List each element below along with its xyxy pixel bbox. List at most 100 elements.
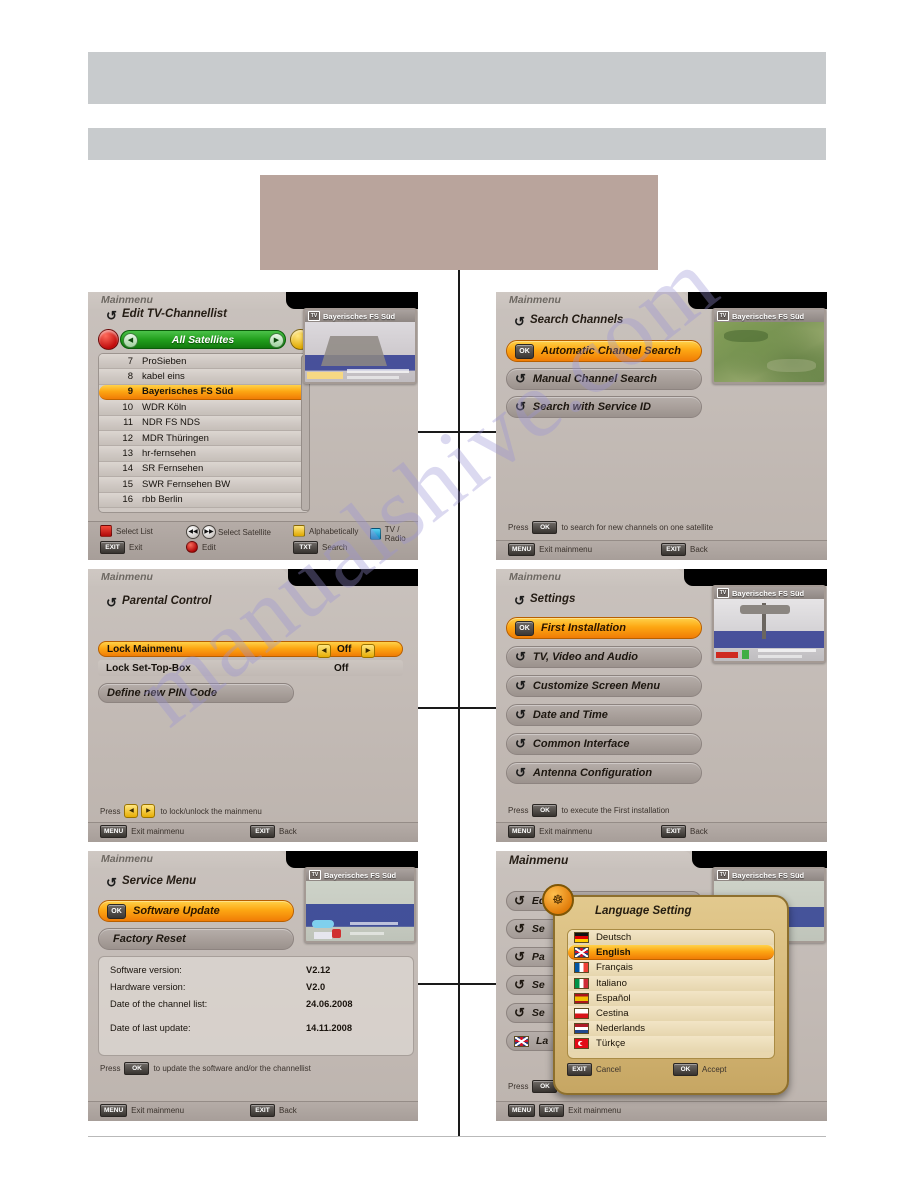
satellite-next-arrow[interactable]: ▶ xyxy=(269,333,284,348)
connector-branch-3 xyxy=(418,983,500,985)
menu-item-manual-channel-search[interactable]: ↺ Manual Channel Search xyxy=(506,368,702,390)
menu-item-antenna-configuration[interactable]: ↺ Antenna Configuration xyxy=(506,762,702,784)
menu-key: MENU xyxy=(508,825,536,838)
channel-row[interactable]: 9 Bayerisches FS Süd xyxy=(99,384,309,401)
blue-button-icon xyxy=(370,528,381,540)
channel-row[interactable]: 15 SWR Fernsehen BW xyxy=(99,477,309,493)
menu-item-first-installation[interactable]: OK First Installation xyxy=(506,617,702,639)
footer-back[interactable]: EXIT Back xyxy=(250,825,297,838)
return-icon: ↺ xyxy=(514,1005,525,1020)
satellite-prev-arrow[interactable]: ◀ xyxy=(123,333,138,348)
language-row[interactable]: Français xyxy=(568,960,774,976)
connector-branch-1 xyxy=(418,431,500,433)
panel-mainmenu-label: Mainmenu xyxy=(509,853,569,867)
language-row[interactable]: Deutsch xyxy=(568,930,774,946)
return-icon: ↺ xyxy=(106,875,117,890)
menu-item-search-with-service-id[interactable]: ↺ Search with Service ID xyxy=(506,396,702,418)
define-new-pin-button[interactable]: Define new PIN Code xyxy=(98,683,294,703)
footer-exit-mainmenu[interactable]: MENU Exit mainmenu xyxy=(100,1104,184,1117)
flag-cz-icon xyxy=(574,1008,589,1020)
setting-row-lock-mainmenu[interactable]: Lock Mainmenu ◀ Off ▶ xyxy=(98,641,403,658)
language-label: Nederlands xyxy=(596,1023,646,1035)
channel-row[interactable]: 14 SR Fernsehen xyxy=(99,461,309,478)
page-title: ↺ Search Channels xyxy=(514,314,624,329)
dialog-cancel[interactable]: EXIT Cancel xyxy=(567,1063,621,1076)
menu-item-software-update[interactable]: OK Software Update xyxy=(98,900,294,922)
channel-number: 15 xyxy=(122,478,133,490)
channel-name: NDR FS NDS xyxy=(142,417,201,429)
menu-item-common-interface[interactable]: ↺ Common Interface xyxy=(506,733,702,755)
language-list[interactable]: Deutsch English Français Italiano Español Ces… xyxy=(567,929,775,1059)
channel-number: 13 xyxy=(122,448,133,460)
decrement-arrow[interactable]: ◀ xyxy=(317,644,331,658)
flag-es-icon xyxy=(574,992,589,1004)
channel-row[interactable]: 10 WDR Köln xyxy=(99,400,309,416)
menu-item-label: Automatic Channel Search xyxy=(541,345,681,357)
hint-search[interactable]: TXT Search xyxy=(293,541,347,554)
channel-number: 16 xyxy=(122,494,133,506)
setting-row-lock-settopbox[interactable]: Lock Set-Top-Box Off xyxy=(98,660,403,676)
satellite-selector[interactable]: All Satellites xyxy=(120,330,286,349)
language-row[interactable]: Nederlands xyxy=(568,1021,774,1037)
yellow-button-icon xyxy=(293,525,305,537)
channel-row[interactable]: 8 kabel eins xyxy=(99,369,309,385)
channel-row[interactable]: 13 hr-fernsehen xyxy=(99,446,309,462)
return-icon: ↺ xyxy=(106,308,117,323)
background-menu-label: Se xyxy=(531,1007,545,1019)
page-title: ↺ Settings xyxy=(514,593,576,608)
increment-arrow[interactable]: ▶ xyxy=(361,644,375,658)
press-hint: Press OK to update the software and/or t… xyxy=(100,1062,311,1075)
color-button-red[interactable] xyxy=(98,329,119,350)
footer-back[interactable]: EXIT Back xyxy=(250,1104,297,1117)
hint-alphabetically[interactable]: Alphabetically xyxy=(293,525,358,537)
channel-row[interactable]: 7 ProSieben xyxy=(99,354,309,370)
channel-row[interactable]: 16 rbb Berlin xyxy=(99,492,309,508)
return-icon: ↺ xyxy=(514,893,525,908)
language-row[interactable]: Italiano xyxy=(568,975,774,991)
language-row[interactable]: Español xyxy=(568,990,774,1006)
channel-name: SWR Fernsehen BW xyxy=(142,478,231,490)
footer-exit-mainmenu[interactable]: MENU Exit mainmenu xyxy=(508,543,592,556)
menu-item-factory-reset[interactable]: Factory Reset xyxy=(98,928,294,950)
language-row[interactable]: Türkçe xyxy=(568,1036,774,1052)
hint-select-satellite[interactable]: ◀◀ ▶▶ Select Satellite xyxy=(186,525,271,539)
channel-name: SR Fernsehen xyxy=(142,463,204,475)
language-row[interactable]: English xyxy=(568,945,774,961)
hint-select-list[interactable]: Select List xyxy=(100,525,153,537)
channel-list[interactable]: 7 ProSieben 8 kabel eins 9 Bayerisches FS Süd… xyxy=(98,353,310,513)
hint-exit[interactable]: EXIT Exit xyxy=(100,541,142,554)
language-row[interactable]: Cestina xyxy=(568,1005,774,1022)
tv-preview-caption: TV Bayerisches FS Süd xyxy=(306,869,414,881)
menu-item-tv-video-and-audio[interactable]: ↺ TV, Video and Audio xyxy=(506,646,702,668)
footer-exit-mainmenu[interactable]: MENU EXIT Exit mainmenu xyxy=(508,1104,621,1117)
channel-name: ProSieben xyxy=(142,355,187,367)
ok-key: OK xyxy=(673,1063,698,1076)
channel-row[interactable]: 12 MDR Thüringen xyxy=(99,430,309,447)
return-icon: ↺ xyxy=(514,314,525,329)
footer-exit-mainmenu[interactable]: MENU Exit mainmenu xyxy=(508,825,592,838)
tv-icon: TV xyxy=(717,870,729,880)
background-menu-label: Se xyxy=(531,979,545,991)
exit-key: EXIT xyxy=(100,541,125,554)
menu-item-automatic-channel-search[interactable]: OK Automatic Channel Search xyxy=(506,340,702,362)
footer-exit-mainmenu[interactable]: MENU Exit mainmenu xyxy=(100,825,184,838)
tv-preview-caption: TV Bayerisches FS Süd xyxy=(714,869,824,881)
footer-back[interactable]: EXIT Back xyxy=(661,543,708,556)
intro-box xyxy=(260,175,658,270)
panel-mainmenu-label: Mainmenu xyxy=(101,294,153,306)
menu-item-customize-screen-menu[interactable]: ↺ Customize Screen Menu xyxy=(506,675,702,697)
flag-fr-icon xyxy=(574,962,589,974)
menu-item-date-and-time[interactable]: ↺ Date and Time xyxy=(506,704,702,726)
hint-tv-radio[interactable]: TV / Radio xyxy=(370,525,418,543)
exit-key: EXIT xyxy=(539,1104,565,1117)
dialog-accept[interactable]: OK Accept xyxy=(673,1063,726,1076)
channel-row[interactable]: 11 NDR FS NDS xyxy=(99,415,309,431)
language-label: English xyxy=(596,946,631,958)
footer-back[interactable]: EXIT Back xyxy=(661,825,708,838)
channel-name: Bayerisches FS Süd xyxy=(142,386,234,398)
hint-edit[interactable]: Edit xyxy=(186,541,216,553)
panel-mainmenu-label: Mainmenu xyxy=(509,294,561,306)
return-icon: ↺ xyxy=(515,371,526,386)
info-value: V2.0 xyxy=(306,982,326,992)
red-circle-icon xyxy=(186,541,198,553)
